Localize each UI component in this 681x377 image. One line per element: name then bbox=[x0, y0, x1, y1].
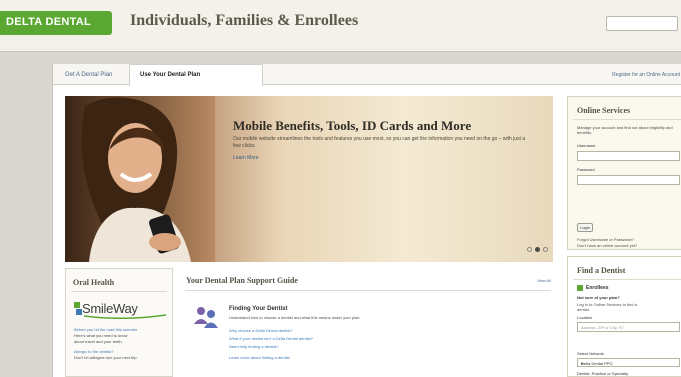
divider bbox=[185, 290, 551, 291]
username-label: Username bbox=[577, 143, 596, 148]
oral-health-link[interactable]: Before you hit the road this summer bbox=[74, 327, 137, 332]
enrollees-heading: Enrollees bbox=[586, 285, 609, 291]
carousel-dot-2[interactable] bbox=[535, 247, 540, 252]
location-input[interactable]: Address, ZIP or City, ST bbox=[577, 322, 680, 332]
hero-banner[interactable]: Mobile Benefits, Tools, ID Cards and Mor… bbox=[65, 96, 553, 262]
oral-health-text: Here's what you need to know bbox=[74, 333, 128, 338]
tabs-bar: Get A Dental Plan Use Your Dental Plan R… bbox=[53, 64, 681, 86]
support-guide-title: Your Dental Plan Support Guide bbox=[186, 276, 298, 285]
register-online-account-link[interactable]: Register for an Online Account bbox=[612, 72, 680, 78]
guide-link[interactable]: Why choose a Delta Dental dentist? bbox=[229, 328, 293, 333]
search-input[interactable] bbox=[606, 16, 678, 31]
guide-description: Understand how to choose a dentist and w… bbox=[229, 315, 361, 320]
main-page: Get A Dental Plan Use Your Dental Plan R… bbox=[52, 64, 681, 377]
chevron-down-icon: ▾ bbox=[581, 361, 584, 366]
no-account-text: Don't have an online account yet? bbox=[577, 243, 638, 248]
login-button[interactable]: Login bbox=[577, 223, 593, 232]
site-header: DELTA DENTAL Individuals, Families & Enr… bbox=[0, 0, 681, 52]
guide-link[interactable]: Need help finding a dentist? bbox=[229, 344, 279, 349]
divider bbox=[573, 119, 681, 120]
oral-health-text: about travel and your teeth. bbox=[74, 339, 123, 344]
support-guide-panel: Your Dental Plan Support Guide View All … bbox=[181, 268, 555, 377]
not-sure-plan-text: Not sure of your plan? bbox=[577, 295, 620, 300]
tab-use-your-dental-plan-label: Use Your Dental Plan bbox=[140, 72, 201, 78]
network-select[interactable]: Delta Dental PPO ▾ bbox=[577, 358, 680, 367]
finding-your-dentist-heading: Finding Your Dentist bbox=[229, 306, 288, 312]
guide-link[interactable]: Learn more about finding a dentist bbox=[229, 355, 290, 360]
guide-link[interactable]: What if your dentist isn't a Delta Denta… bbox=[229, 336, 313, 341]
hero-learn-more-link[interactable]: Learn More bbox=[233, 155, 259, 161]
divider bbox=[71, 291, 167, 292]
online-services-panel: Online Services Manage your account and … bbox=[567, 96, 681, 250]
tab-get-a-dental-plan[interactable]: Get A Dental Plan bbox=[65, 72, 112, 78]
delta-dental-logo[interactable]: DELTA DENTAL bbox=[0, 11, 112, 35]
password-label: Password bbox=[577, 167, 595, 172]
username-field[interactable] bbox=[577, 151, 680, 161]
online-services-title: Online Services bbox=[577, 106, 631, 115]
view-all-link[interactable]: View All bbox=[537, 278, 551, 283]
login-hint-text-2: dentist. bbox=[577, 307, 590, 312]
tab-use-your-dental-plan[interactable]: Use Your Dental Plan bbox=[129, 64, 263, 86]
carousel-dot-1[interactable] bbox=[527, 247, 532, 252]
find-a-dentist-panel: Find a Dentist Enrollees Not sure of you… bbox=[567, 256, 681, 377]
woman-with-phone-photo bbox=[65, 96, 215, 262]
location-label: Location bbox=[577, 315, 593, 320]
online-services-description: Manage your account and find out about e… bbox=[577, 125, 673, 135]
people-icon bbox=[194, 307, 218, 328]
carousel-dot-3[interactable] bbox=[543, 247, 548, 252]
carousel-dots bbox=[527, 247, 549, 253]
oral-health-title: Oral Health bbox=[73, 278, 115, 287]
divider bbox=[573, 279, 681, 280]
oral-health-link[interactable]: Allergic to the dentist? bbox=[74, 349, 113, 354]
hero-title: Mobile Benefits, Tools, ID Cards and Mor… bbox=[233, 118, 472, 133]
smileway-logo-text: SmileWay bbox=[82, 301, 138, 316]
dentist-practice-label: Dentist, Practice or Specialty bbox=[577, 371, 629, 376]
plus-icon bbox=[577, 285, 583, 291]
forgot-credentials-link[interactable]: Forgot Username or Password? bbox=[577, 237, 634, 242]
oral-health-text: Don't let allergies ruin your next trip bbox=[74, 355, 137, 360]
location-placeholder: Address, ZIP or City, ST bbox=[581, 325, 624, 330]
password-field[interactable] bbox=[577, 175, 680, 185]
select-network-label: Select Network bbox=[577, 351, 604, 356]
page-header-title: Individuals, Families & Enrollees bbox=[130, 12, 359, 29]
oral-health-panel: Oral Health SmileWay Before you hit the … bbox=[65, 268, 173, 377]
logo-text: DELTA DENTAL bbox=[6, 16, 92, 28]
find-a-dentist-title: Find a Dentist bbox=[577, 266, 626, 275]
hero-description: Our mobile website streamlines the tools… bbox=[233, 136, 526, 149]
